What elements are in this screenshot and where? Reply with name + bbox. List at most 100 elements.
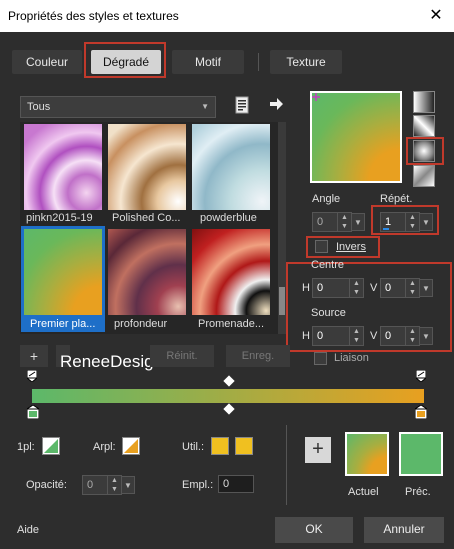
angle-value: 0 bbox=[317, 216, 324, 228]
gradient-bar[interactable] bbox=[32, 389, 424, 403]
source-h-label: H bbox=[302, 330, 310, 342]
style-radial-button[interactable] bbox=[413, 140, 435, 162]
gallery-scrollbar[interactable] bbox=[278, 122, 286, 334]
centre-v-value: 0 bbox=[385, 282, 392, 294]
source-h-value: 0 bbox=[317, 330, 324, 342]
liaison-checkbox[interactable] bbox=[314, 352, 327, 365]
arpl-label: Arpl: bbox=[93, 441, 116, 453]
source-h-stepper[interactable]: 0 ▲ ▼ bbox=[312, 326, 364, 346]
actuel-swatch-frame bbox=[345, 432, 389, 476]
util-swatch-1[interactable] bbox=[211, 437, 229, 455]
liaison-label: Liaison bbox=[334, 352, 369, 364]
invers-checkbox[interactable] bbox=[315, 240, 328, 253]
cancel-button[interactable]: Annuler bbox=[364, 517, 444, 543]
chevron-down-icon[interactable]: ▼ bbox=[351, 213, 365, 231]
thumb-promenade[interactable] bbox=[192, 229, 270, 315]
first-plan-label: 1pl: bbox=[17, 441, 35, 453]
chevron-down-icon: ▼ bbox=[201, 102, 209, 111]
thumb-pinkn[interactable] bbox=[24, 124, 102, 210]
reinit-button[interactable]: Réinit. bbox=[150, 345, 214, 367]
center-crosshair-icon[interactable] bbox=[312, 90, 320, 101]
title-bar: Propriétés des styles et textures ✕ bbox=[0, 0, 454, 32]
thumb-label: Promenade... bbox=[198, 318, 265, 330]
prec-swatch-frame bbox=[399, 432, 443, 476]
scrollbar-thumb[interactable] bbox=[279, 287, 285, 315]
source-label: Source bbox=[311, 307, 346, 319]
source-v-label: V bbox=[370, 330, 378, 342]
angle-stepper[interactable]: 0 ▲ ▼ ▼ bbox=[312, 212, 365, 232]
centre-v-label: V bbox=[370, 282, 378, 294]
enreg-button[interactable]: Enreg. bbox=[226, 345, 290, 367]
add-swatch-button[interactable]: + bbox=[305, 437, 331, 463]
tab-separator bbox=[258, 53, 259, 71]
style-rectangular-button[interactable] bbox=[413, 115, 435, 137]
centre-h-value: 0 bbox=[317, 282, 324, 294]
window-title: Propriétés des styles et textures bbox=[8, 9, 179, 23]
stepper-arrows-icon[interactable]: ▲ ▼ bbox=[405, 279, 419, 297]
first-plan-swatch[interactable] bbox=[42, 437, 60, 455]
empl-label: Empl.: bbox=[182, 479, 214, 491]
thumb-polished[interactable] bbox=[108, 124, 186, 210]
thumb-label: Premier pla... bbox=[30, 318, 96, 330]
source-v-value: 0 bbox=[385, 330, 392, 342]
style-sunburst-button[interactable] bbox=[413, 165, 435, 187]
thumb-label: Polished Co... bbox=[112, 212, 181, 224]
thumb-label: pinkn2015-19 bbox=[26, 212, 93, 224]
chevron-down-icon[interactable]: ▼ bbox=[419, 279, 433, 297]
value-indicator bbox=[383, 228, 389, 230]
end-color-stop-icon[interactable] bbox=[413, 404, 429, 420]
prec-swatch[interactable] bbox=[401, 434, 441, 474]
prec-label: Préc. bbox=[405, 486, 431, 498]
centre-label: Centre bbox=[311, 259, 345, 271]
thumb-label: powderblue bbox=[200, 212, 257, 224]
stepper-arrows-icon[interactable]: ▲ ▼ bbox=[107, 476, 121, 494]
empl-input[interactable]: 0 bbox=[218, 475, 254, 493]
gradient-preview[interactable] bbox=[312, 93, 400, 181]
thumb-profondeur[interactable] bbox=[108, 229, 186, 315]
util-label: Util.: bbox=[182, 441, 204, 453]
opacite-label: Opacité: bbox=[26, 479, 67, 491]
angle-label: Angle bbox=[312, 193, 341, 205]
chevron-down-icon[interactable]: ▼ bbox=[121, 476, 135, 494]
actuel-swatch[interactable] bbox=[347, 434, 387, 474]
tab-degrade[interactable]: Dégradé bbox=[91, 50, 161, 74]
help-link[interactable]: Aide bbox=[17, 524, 39, 536]
opacite-value: 0 bbox=[87, 479, 94, 491]
opacite-stepper[interactable]: 0 ▲ ▼ ▼ bbox=[82, 475, 135, 495]
end-marker-icon[interactable] bbox=[414, 369, 428, 383]
thumb-premier-plan[interactable] bbox=[24, 229, 102, 315]
stepper-arrows-icon[interactable]: ▲ ▼ bbox=[349, 327, 363, 345]
source-v-stepper[interactable]: 0 ▲ ▼ ▼ bbox=[380, 326, 433, 346]
stepper-arrows-icon[interactable]: ▲ ▼ bbox=[405, 327, 419, 345]
repet-value: 1 bbox=[385, 216, 392, 228]
chevron-down-icon[interactable]: ▼ bbox=[419, 213, 433, 231]
document-icon[interactable] bbox=[234, 96, 250, 114]
stepper-arrows-icon[interactable]: ▲ ▼ bbox=[337, 213, 351, 231]
close-icon[interactable]: ✕ bbox=[426, 6, 446, 26]
chevron-down-icon[interactable]: ▼ bbox=[419, 327, 433, 345]
style-linear-button[interactable] bbox=[413, 91, 435, 113]
thumb-powderblue[interactable] bbox=[192, 124, 270, 210]
tab-motif[interactable]: Motif bbox=[172, 50, 244, 74]
category-selected: Tous bbox=[27, 101, 51, 113]
stepper-arrows-icon[interactable]: ▲ ▼ bbox=[349, 279, 363, 297]
thumb-label: profondeur bbox=[114, 318, 168, 330]
centre-v-stepper[interactable]: 0 ▲ ▼ ▼ bbox=[380, 278, 433, 298]
centre-h-stepper[interactable]: 0 ▲ ▼ bbox=[312, 278, 364, 298]
invers-label: Invers bbox=[336, 241, 366, 253]
start-marker-icon[interactable] bbox=[25, 369, 39, 383]
repet-label: Répét. bbox=[380, 193, 413, 205]
tab-texture[interactable]: Texture bbox=[270, 50, 342, 74]
arpl-swatch[interactable] bbox=[122, 437, 140, 455]
section-separator bbox=[286, 425, 287, 505]
tab-couleur[interactable]: Couleur bbox=[12, 50, 82, 74]
category-dropdown[interactable]: Tous ▼ bbox=[20, 96, 216, 118]
start-color-stop-icon[interactable] bbox=[25, 404, 41, 420]
ok-button[interactable]: OK bbox=[275, 517, 353, 543]
stepper-arrows-icon[interactable]: ▲ ▼ bbox=[405, 213, 419, 231]
util-swatch-2[interactable] bbox=[235, 437, 253, 455]
arrow-right-icon[interactable] bbox=[268, 96, 284, 112]
repet-stepper[interactable]: 1 ▲ ▼ ▼ bbox=[380, 212, 433, 232]
preview-frame bbox=[310, 91, 402, 183]
add-gradient-button[interactable]: + bbox=[20, 345, 48, 367]
